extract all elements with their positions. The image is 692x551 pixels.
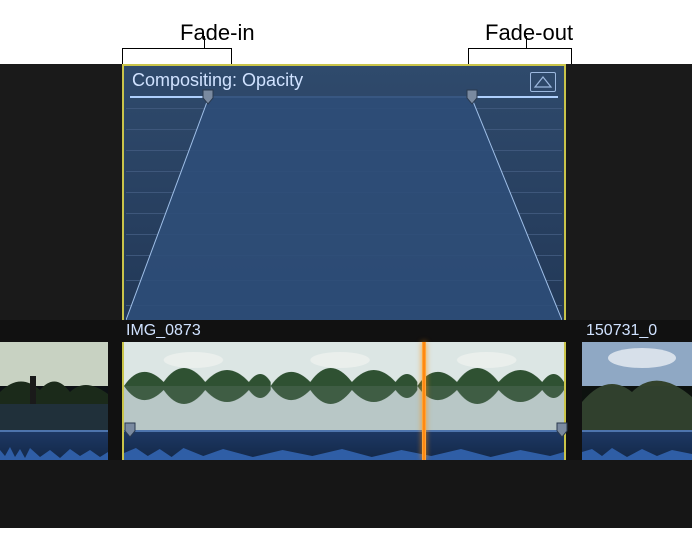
playhead[interactable] <box>422 342 426 460</box>
fade-out-label: Fade-out <box>485 20 573 46</box>
opacity-curve-shape <box>126 96 562 320</box>
audio-fade-out-handle[interactable] <box>556 422 568 438</box>
audio-fade-in-handle[interactable] <box>124 422 136 438</box>
clip-thumb-right[interactable] <box>582 342 692 430</box>
fade-in-bracket <box>122 48 232 64</box>
animation-curve-icon[interactable] <box>530 72 556 92</box>
audio-clip-right[interactable] <box>582 430 692 460</box>
audio-row[interactable] <box>0 430 692 460</box>
fade-in-label: Fade-in <box>180 20 255 46</box>
clip-name-center: IMG_0873 <box>126 322 426 340</box>
clip-thumb-center[interactable] <box>122 342 566 430</box>
fade-out-handle[interactable] <box>466 89 478 105</box>
clip-gap <box>108 342 122 430</box>
clip-name-right: 150731_0 <box>586 322 686 340</box>
clip-gap <box>566 342 582 430</box>
animation-parameter-title: Compositing: Opacity <box>124 66 564 93</box>
fade-in-handle[interactable] <box>202 89 214 105</box>
timeline-strip[interactable]: IMG_0873 150731_0 <box>0 320 692 460</box>
clip-thumb-left[interactable] <box>0 342 108 430</box>
video-animation-panel[interactable]: Compositing: Opacity <box>122 64 566 320</box>
audio-clip-left[interactable] <box>0 430 108 460</box>
page-margin <box>0 528 692 551</box>
filmstrip-row[interactable] <box>0 342 692 430</box>
editor-viewport: Compositing: Opacity <box>0 64 692 528</box>
fade-out-bracket <box>468 48 572 64</box>
timeline-empty-area <box>0 460 692 528</box>
audio-clip-center[interactable] <box>122 430 566 460</box>
